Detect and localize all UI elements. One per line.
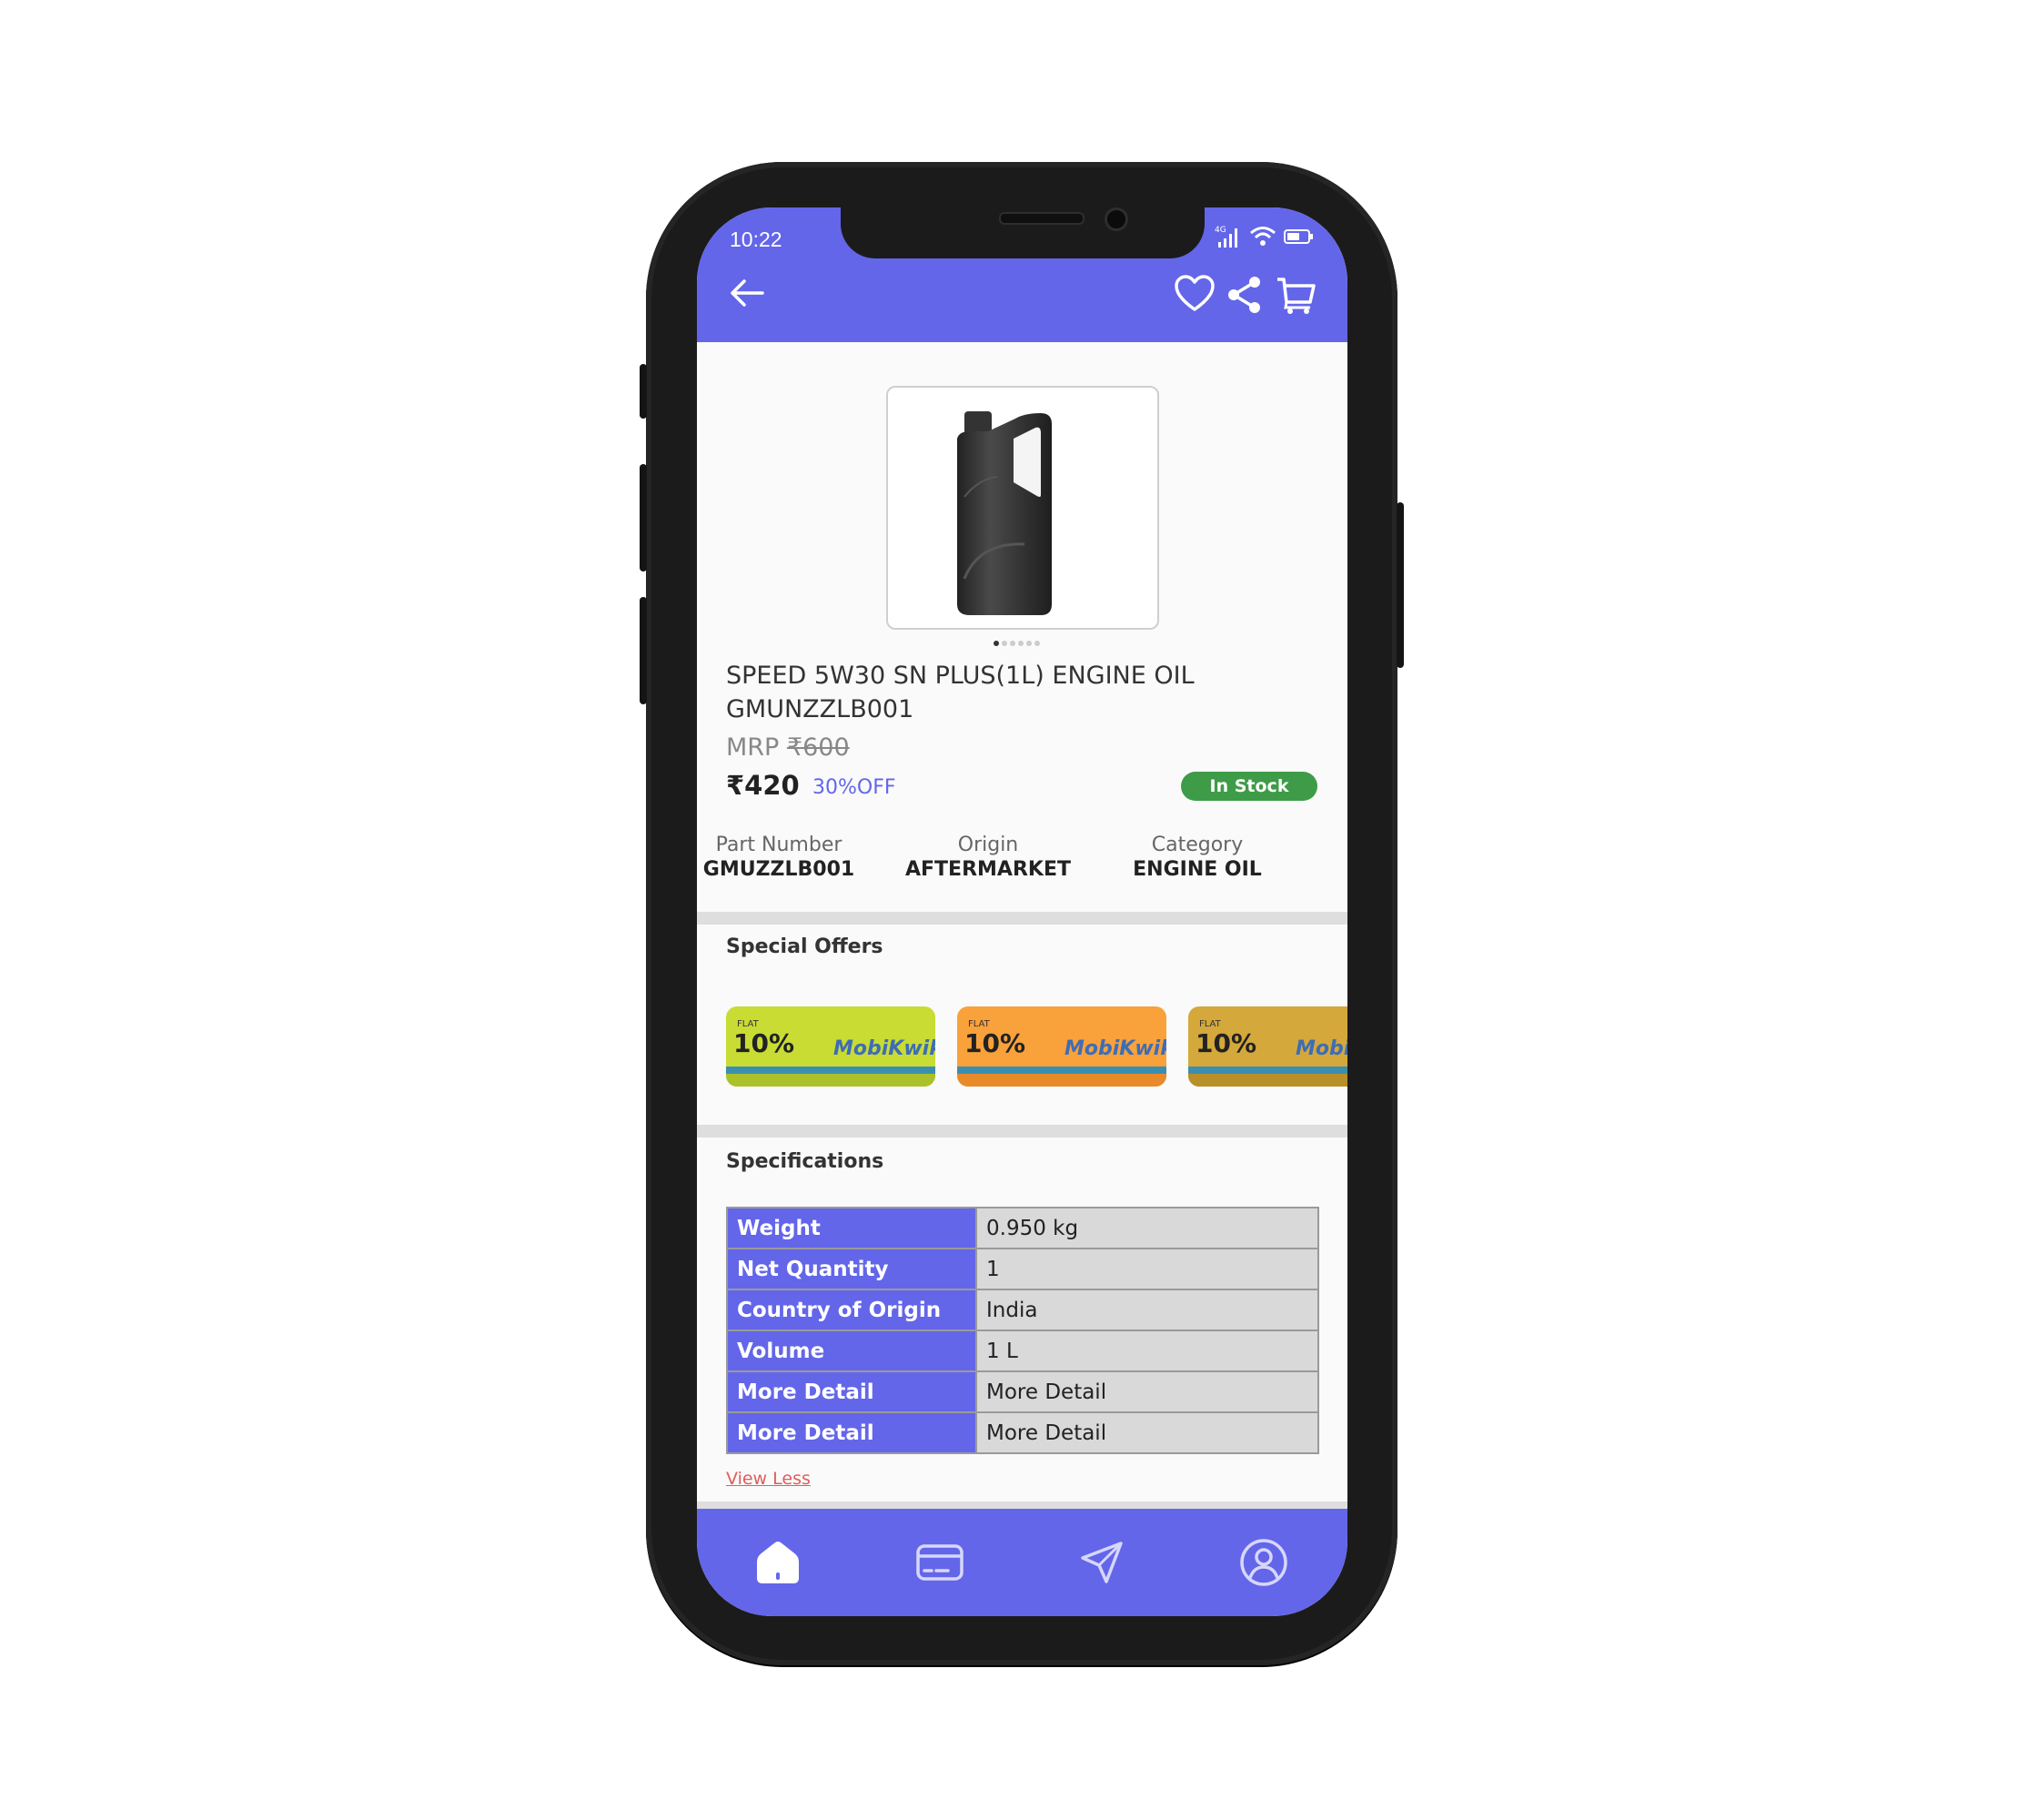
notch — [841, 207, 1205, 258]
offer-percent: 10% — [964, 1028, 1026, 1058]
part-number-label: Part Number — [715, 834, 842, 856]
spec-key: Volume — [726, 1330, 977, 1372]
spec-key: Country of Origin — [726, 1289, 977, 1331]
carousel-dot[interactable] — [1010, 641, 1015, 646]
spec-value: 0.950 kg — [975, 1207, 1319, 1249]
mrp-label: MRP — [726, 733, 780, 762]
app-header: 10:22 4G — [697, 207, 1347, 342]
spec-key: More Detail — [726, 1370, 977, 1413]
offer-percent: 10% — [1196, 1028, 1257, 1058]
engine-oil-can-image — [957, 411, 1052, 615]
table-row: Volume 1 L — [726, 1330, 1319, 1372]
offer-brand: MobiKwik — [1064, 1037, 1166, 1060]
table-row: More Detail More Detail — [726, 1411, 1319, 1454]
product-title-line2: GMUNZZLB001 — [726, 695, 914, 723]
offer-footer — [1188, 1074, 1347, 1087]
specifications-table: Weight 0.950 kg Net Quantity 1 Country o… — [726, 1207, 1319, 1454]
spec-value: More Detail — [975, 1411, 1319, 1454]
profile-icon[interactable] — [1239, 1538, 1288, 1587]
status-time: 10:22 — [730, 228, 782, 251]
send-icon[interactable] — [1077, 1538, 1126, 1587]
table-row: More Detail More Detail — [726, 1370, 1319, 1413]
carousel-dot[interactable] — [994, 641, 999, 646]
part-number-value: GMUZZLB001 — [702, 858, 855, 881]
battery-icon — [1284, 229, 1313, 244]
power-button — [1397, 502, 1404, 668]
offer-brand: MobiKwik — [833, 1037, 935, 1060]
home-icon[interactable] — [753, 1538, 802, 1587]
category-block: Category ENGINE OIL — [1088, 834, 1307, 881]
spec-value: 1 L — [975, 1330, 1319, 1372]
offer-card[interactable]: FLAT 10% MobiKwik — [957, 1006, 1166, 1087]
specifications-title: Specifications — [726, 1150, 884, 1173]
offer-footer — [726, 1074, 935, 1087]
table-row: Country of Origin India — [726, 1289, 1319, 1331]
selling-price: ₹420 — [726, 770, 800, 801]
back-arrow-icon[interactable] — [728, 277, 766, 309]
offer-band — [1188, 1067, 1347, 1074]
product-image-card[interactable] — [886, 386, 1159, 630]
stock-badge: In Stock — [1181, 772, 1317, 801]
speaker-grille — [999, 212, 1085, 225]
volume-down-button — [640, 597, 647, 704]
category-label: Category — [1151, 834, 1244, 856]
section-divider — [697, 1125, 1347, 1138]
cart-icon[interactable] — [1276, 275, 1317, 315]
offer-brand: MobiKwik — [1296, 1037, 1347, 1060]
mrp-price: MRP ₹600 — [726, 733, 850, 762]
status-icons: 4G — [1215, 224, 1315, 249]
product-title-line1: SPEED 5W30 SN PLUS(1L) ENGINE OIL — [726, 662, 1195, 690]
volume-up-button — [640, 464, 647, 571]
spec-key: More Detail — [726, 1411, 977, 1454]
offer-footer — [957, 1074, 1166, 1087]
category-value: ENGINE OIL — [1133, 858, 1262, 881]
origin-block: Origin AFTERMARKET — [879, 834, 1097, 881]
spec-value: India — [975, 1289, 1319, 1331]
spec-value: 1 — [975, 1248, 1319, 1290]
origin-label: Origin — [957, 834, 1019, 856]
offer-percent: 10% — [733, 1028, 795, 1058]
product-title: SPEED 5W30 SN PLUS(1L) ENGINE OIL GMUNZZ… — [726, 659, 1308, 726]
mrp-value: ₹600 — [786, 733, 850, 762]
image-carousel-dots[interactable] — [994, 641, 1040, 646]
offer-band — [726, 1067, 935, 1074]
discount-label: 30%OFF — [812, 776, 896, 799]
carousel-dot[interactable] — [1018, 641, 1024, 646]
heart-icon[interactable] — [1174, 275, 1216, 313]
mute-switch — [640, 364, 647, 419]
section-divider — [697, 1502, 1347, 1509]
carousel-dot[interactable] — [1002, 641, 1007, 646]
spec-key: Net Quantity — [726, 1248, 977, 1290]
table-row: Net Quantity 1 — [726, 1248, 1319, 1290]
share-icon[interactable] — [1226, 275, 1263, 315]
card-icon[interactable] — [915, 1538, 964, 1587]
offer-card[interactable]: FLAT 10% MobiKwik — [726, 1006, 935, 1087]
network-label: 4G — [1215, 226, 1226, 235]
spec-key: Weight — [726, 1207, 977, 1249]
table-row: Weight 0.950 kg — [726, 1207, 1319, 1249]
part-number-block: Part Number GMUZZLB001 — [697, 834, 888, 881]
view-less-link[interactable]: View Less — [726, 1469, 811, 1489]
section-divider — [697, 912, 1347, 925]
offer-band — [957, 1067, 1166, 1074]
front-camera — [1105, 207, 1128, 231]
wifi-icon — [1250, 227, 1276, 246]
carousel-dot[interactable] — [1026, 641, 1032, 646]
offer-card[interactable]: FLAT 10% MobiKwik — [1188, 1006, 1347, 1087]
bottom-navigation — [697, 1509, 1347, 1616]
app-screen: 10:22 4G SPEED 5W30 SN PLUS(1L) ENGINE O… — [697, 207, 1347, 1616]
special-offers-title: Special Offers — [726, 935, 883, 958]
signal-icon: 4G — [1215, 226, 1237, 248]
origin-value: AFTERMARKET — [905, 858, 1071, 881]
spec-value: More Detail — [975, 1370, 1319, 1413]
carousel-dot[interactable] — [1034, 641, 1040, 646]
